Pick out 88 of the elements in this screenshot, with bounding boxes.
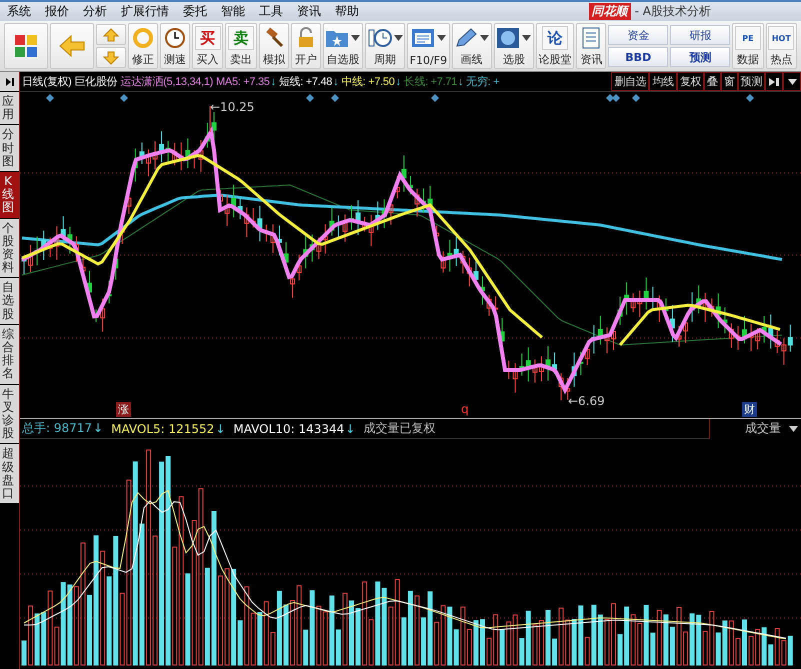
- toolbar-button[interactable]: 自选股: [322, 23, 363, 69]
- diamond-marker-icon: [632, 94, 640, 102]
- app-logo: 同花顺: [588, 3, 631, 20]
- menu-item[interactable]: 报价: [38, 3, 76, 20]
- volume-value: MAVOL5: 121552↓: [111, 422, 226, 436]
- price-label: ←6.69: [568, 394, 605, 408]
- diamond-marker-icon: [120, 94, 128, 102]
- indicator-value: 短线: +7.48↓: [278, 75, 338, 89]
- toolbar-button[interactable]: 资金: [608, 25, 668, 45]
- caret-icon[interactable]: [394, 35, 403, 41]
- indicator-value: 中线: +7.50↓: [341, 75, 401, 89]
- document-window-icon: [410, 27, 435, 49]
- toolbar-button[interactable]: 周期: [364, 23, 406, 69]
- toolbar-button[interactable]: F10/F9: [407, 23, 450, 69]
- menu-item[interactable]: 委托: [176, 3, 214, 20]
- toolbar-button[interactable]: BBD: [608, 47, 668, 67]
- chart-button[interactable]: 复权: [676, 72, 704, 91]
- toolbar-button[interactable]: 画线: [452, 23, 492, 69]
- indicator-value: 运达潇洒(5,13,34,1): [120, 75, 214, 89]
- sidebar-tab[interactable]: 综合排名: [0, 324, 19, 384]
- indicator-value: 无穷: +: [466, 74, 500, 89]
- caret-icon[interactable]: [480, 35, 490, 41]
- diamond-marker-icon: [306, 94, 314, 102]
- pencil-icon: [454, 27, 478, 49]
- toolbar-button[interactable]: 选股: [494, 23, 534, 69]
- toolbar-button[interactable]: 资讯: [576, 23, 606, 69]
- sidebar-tab[interactable]: 应用: [0, 92, 19, 124]
- diamond-marker-icon: [46, 94, 54, 102]
- indicator-value: 巨化股份: [74, 75, 118, 89]
- toolbar-button[interactable]: 研报: [670, 25, 730, 45]
- sidebar-tab[interactable]: K线图: [0, 172, 19, 218]
- chart-button[interactable]: 窗: [720, 72, 738, 91]
- event-mark: q: [461, 402, 469, 416]
- sidebar-tab[interactable]: 个股资料: [0, 218, 19, 278]
- menu-item[interactable]: 分析: [76, 3, 114, 20]
- window-title: - A股技术分析: [634, 3, 711, 20]
- caret-icon[interactable]: [783, 72, 801, 91]
- price-label: ←10.25: [210, 100, 254, 114]
- indicator-value: MA5: +7.35↓: [216, 76, 276, 88]
- indicator-dropdown[interactable]: 成交量: [709, 418, 801, 438]
- event-tag: 财: [742, 402, 757, 417]
- volume-value: 成交量已复权: [363, 420, 436, 437]
- toolbar-button[interactable]: HOT 热点: [766, 23, 798, 69]
- toolbar-button[interactable]: 买 买入: [192, 23, 224, 69]
- clock-calendar-icon: [368, 27, 392, 49]
- indicator-value: 日线(复权): [22, 75, 72, 89]
- volume-value: 总手: 98717↓: [22, 420, 104, 437]
- toolbar-button[interactable]: 修正: [128, 23, 158, 69]
- toolbar-button[interactable]: 测速: [160, 23, 190, 69]
- chart-button[interactable]: 预测: [738, 72, 765, 91]
- refresh-icon: [132, 27, 154, 49]
- menu-item[interactable]: 扩展行情: [114, 3, 176, 20]
- document-icon: [581, 27, 602, 49]
- toolbar-button[interactable]: 预测: [670, 47, 730, 67]
- toolbar-button[interactable]: PE 数据: [732, 23, 764, 69]
- menu-item[interactable]: 智能: [214, 3, 252, 20]
- sidebar-tab[interactable]: 牛叉诊股: [0, 384, 19, 444]
- indicator-value: 长线: +7.71↓: [404, 75, 464, 89]
- menu-item[interactable]: 系统: [0, 3, 38, 20]
- menu-item[interactable]: 工具: [252, 3, 290, 20]
- diamond-marker-icon: [746, 94, 754, 102]
- sidebar-tab[interactable]: 分时图: [0, 125, 19, 171]
- sidebar-tab[interactable]: 自选股: [0, 278, 19, 324]
- toolbar-button[interactable]: [50, 23, 94, 69]
- sidebar-tab[interactable]: 超级盘口: [0, 444, 19, 504]
- event-tag: 涨: [116, 402, 131, 417]
- back-arrow-icon: [59, 35, 85, 57]
- diamond-marker-icon: [331, 94, 339, 102]
- tiles-icon: [14, 34, 38, 58]
- toolbar-button[interactable]: 模拟: [258, 23, 289, 69]
- caret-icon[interactable]: [789, 426, 798, 432]
- clock-icon: [164, 27, 186, 49]
- chart-button[interactable]: 均线: [649, 72, 677, 91]
- toolbar-button[interactable]: 卖 卖出: [225, 23, 257, 69]
- caret-icon[interactable]: [436, 35, 446, 41]
- diamond-marker-icon: [431, 94, 439, 102]
- menu-item[interactable]: 帮助: [328, 3, 366, 20]
- chart-button[interactable]: 叠: [704, 72, 721, 91]
- toolbar-button[interactable]: 论 论股堂: [536, 23, 574, 69]
- skip-end-icon[interactable]: [765, 72, 783, 91]
- collapse-icon[interactable]: [0, 72, 19, 91]
- chart-button[interactable]: 删自选: [611, 72, 650, 91]
- caret-icon[interactable]: [522, 35, 532, 41]
- volume-value: MAVOL10: 143344↓: [233, 422, 356, 436]
- menu-item[interactable]: 资讯: [290, 3, 328, 20]
- toolbar-button[interactable]: [4, 23, 48, 69]
- caret-icon[interactable]: [351, 35, 360, 41]
- toolbar-button[interactable]: 开户: [290, 23, 321, 69]
